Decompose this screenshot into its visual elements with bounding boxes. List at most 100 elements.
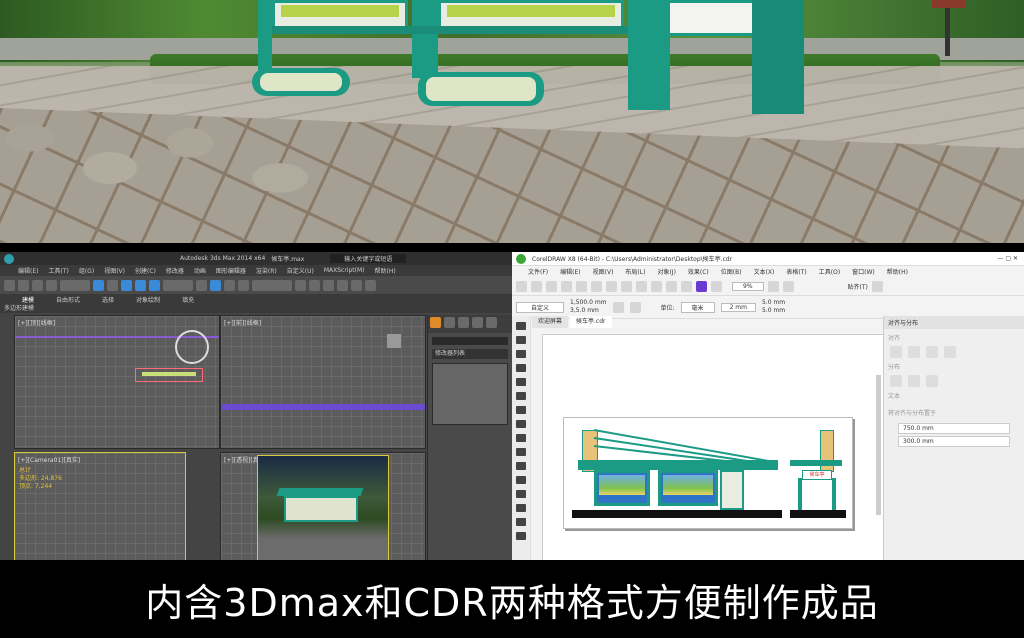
object-name-field[interactable]: [432, 337, 508, 345]
align-top-icon[interactable]: [944, 346, 956, 358]
layer-icon[interactable]: [323, 279, 334, 291]
max-menu-item[interactable]: MAXScript(M): [324, 267, 365, 274]
viewport-perspective[interactable]: [+][透视][真实]: [220, 452, 426, 560]
modify-tab-icon[interactable]: [444, 317, 455, 328]
cdr-menu-item[interactable]: 位图(B): [721, 267, 742, 276]
align-center-icon[interactable]: [908, 346, 920, 358]
max-menu-item[interactable]: 动画: [194, 266, 206, 275]
cdr-menu-item[interactable]: 对象(J): [657, 267, 675, 276]
tab-populate[interactable]: 填充: [182, 295, 194, 304]
dup-x-field[interactable]: 5.0 mm: [762, 299, 785, 307]
max-menu-item[interactable]: 图形编辑器: [216, 266, 246, 275]
portrait-icon[interactable]: [612, 301, 624, 313]
options-gear-icon[interactable]: [871, 280, 883, 292]
max-menu-item[interactable]: 编辑(E): [18, 266, 38, 275]
viewport-camera[interactable]: [+][Camera01][真实] 总计 多边形: 24,876 顶点: 7,2…: [14, 452, 186, 560]
modifier-list-dropdown[interactable]: 修改器列表: [432, 349, 508, 359]
undo-icon[interactable]: [4, 279, 15, 291]
zoom-tool-icon[interactable]: [516, 364, 526, 372]
navigation-cube-icon[interactable]: [175, 330, 209, 364]
modifier-stack[interactable]: [432, 363, 508, 425]
copy-icon[interactable]: [591, 280, 602, 292]
max-menu-item[interactable]: 创建(C): [135, 266, 156, 275]
zoom-level-select[interactable]: 9%: [732, 281, 764, 291]
tab-object-paint[interactable]: 对象绘制: [136, 295, 160, 304]
ellipse-tool-icon[interactable]: [516, 420, 526, 428]
cdr-menu-item[interactable]: 工具(O): [819, 267, 840, 276]
save-icon[interactable]: [546, 280, 557, 292]
drawing-canvas[interactable]: 候车亭: [542, 334, 884, 560]
cut-icon[interactable]: [576, 280, 587, 292]
cdr-menu-item[interactable]: 帮助(H): [887, 267, 908, 276]
shape-tool-icon[interactable]: [516, 336, 526, 344]
window-controls-icon[interactable]: — ▢ ✕: [997, 255, 1018, 262]
vertical-scrollbar[interactable]: [876, 375, 881, 515]
distribute-left-icon[interactable]: [890, 375, 902, 387]
selection-filter-dropdown[interactable]: [60, 279, 90, 291]
tab-selection[interactable]: 选择: [102, 295, 114, 304]
motion-tab-icon[interactable]: [472, 317, 483, 328]
page-height-field[interactable]: 3,5.0 mm: [570, 307, 607, 315]
publish-pdf-icon[interactable]: [696, 280, 707, 292]
hierarchy-tab-icon[interactable]: [458, 317, 469, 328]
max-search-input[interactable]: 输入关键字或短语: [330, 254, 407, 263]
cdr-menu-item[interactable]: 文本(X): [754, 267, 775, 276]
render-setup-icon[interactable]: [351, 279, 362, 291]
select-scale-icon[interactable]: [149, 279, 160, 291]
print-icon[interactable]: [561, 280, 572, 292]
render-icon[interactable]: [365, 279, 376, 291]
docker-x-field[interactable]: 750.0 mm: [898, 423, 1010, 434]
freehand-tool-icon[interactable]: [516, 378, 526, 386]
rulers-icon[interactable]: [782, 280, 794, 292]
cdr-menu-item[interactable]: 效果(C): [688, 267, 709, 276]
material-editor-icon[interactable]: [337, 279, 348, 291]
select-rotate-icon[interactable]: [135, 279, 146, 291]
fill-tool-icon[interactable]: [516, 532, 526, 540]
unlink-icon[interactable]: [46, 279, 57, 291]
angle-snap-icon[interactable]: [224, 279, 235, 291]
snap-toggle-icon[interactable]: [210, 279, 221, 291]
select-object-icon[interactable]: [93, 279, 104, 291]
redo-icon[interactable]: [636, 280, 647, 292]
tab-document[interactable]: 候车亭.cdr: [570, 316, 612, 328]
named-selection-dropdown[interactable]: [252, 279, 292, 291]
reference-coord-dropdown[interactable]: [163, 279, 193, 291]
cdr-menu-item[interactable]: 表格(T): [786, 267, 806, 276]
tab-modeling[interactable]: 建模: [22, 295, 34, 304]
align-left-icon[interactable]: [890, 346, 902, 358]
max-menu-item[interactable]: 渲染(R): [256, 266, 277, 275]
cdr-menu-item[interactable]: 文件(F): [528, 267, 548, 276]
connector-tool-icon[interactable]: [516, 476, 526, 484]
open-file-icon[interactable]: [531, 280, 542, 292]
mirror-icon[interactable]: [295, 279, 306, 291]
redo-icon[interactable]: [18, 279, 29, 291]
units-dropdown[interactable]: 毫米: [680, 301, 715, 313]
page-size-dropdown[interactable]: 自定义: [516, 301, 565, 313]
transparency-icon[interactable]: [516, 504, 526, 512]
select-by-name-icon[interactable]: [107, 279, 118, 291]
create-tab-icon[interactable]: [430, 317, 441, 328]
pivot-icon[interactable]: [196, 279, 207, 291]
crop-tool-icon[interactable]: [516, 350, 526, 358]
snap-to-dropdown[interactable]: 贴齐(T): [848, 282, 868, 291]
percent-snap-icon[interactable]: [238, 279, 249, 291]
docker-y-field[interactable]: 300.0 mm: [898, 436, 1010, 447]
nudge-field[interactable]: 2 mm: [720, 302, 756, 312]
distribute-center-icon[interactable]: [908, 375, 920, 387]
pick-tool-icon[interactable]: [516, 322, 526, 330]
cdr-menu-item[interactable]: 编辑(E): [560, 267, 580, 276]
cdr-menu-item[interactable]: 窗口(W): [852, 267, 875, 276]
drop-shadow-icon[interactable]: [516, 490, 526, 498]
distribute-right-icon[interactable]: [926, 375, 938, 387]
display-tab-icon[interactable]: [486, 317, 497, 328]
text-tool-icon[interactable]: [516, 448, 526, 456]
new-file-icon[interactable]: [516, 280, 527, 292]
viewport-front[interactable]: [+][前][线框]: [220, 315, 426, 449]
app-launcher-icon[interactable]: [711, 280, 722, 292]
cdr-menu-item[interactable]: 布局(L): [625, 267, 645, 276]
full-screen-icon[interactable]: [767, 280, 779, 292]
landscape-icon[interactable]: [629, 301, 641, 313]
cdr-menu-item[interactable]: 视图(V): [593, 267, 614, 276]
tab-welcome[interactable]: 欢迎屏幕: [532, 316, 569, 328]
dup-y-field[interactable]: 5.0 mm: [762, 307, 785, 315]
